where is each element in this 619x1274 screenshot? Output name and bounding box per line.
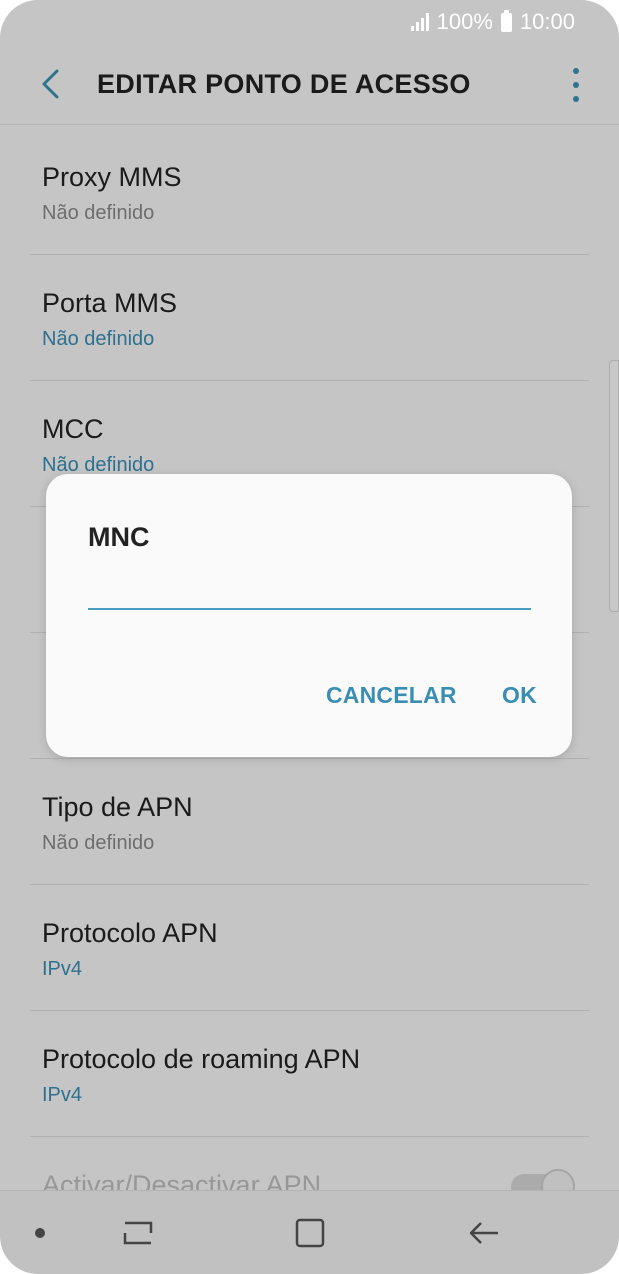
- dialog-title: MNC: [88, 522, 150, 552]
- signal-icon: [410, 13, 429, 31]
- mnc-dialog: MNC CANCELAR OK: [46, 474, 572, 757]
- battery-percent: 100%: [436, 9, 493, 34]
- ok-button[interactable]: OK: [502, 682, 537, 709]
- status-bar: 100% 10:00: [0, 0, 619, 44]
- phone-screen: Proxy MMS Não definido Porta MMS Não def…: [0, 0, 619, 1274]
- battery-icon: [500, 9, 512, 32]
- clock: 10:00: [519, 9, 575, 34]
- mnc-input[interactable]: [88, 572, 531, 610]
- cancel-button[interactable]: CANCELAR: [326, 682, 457, 709]
